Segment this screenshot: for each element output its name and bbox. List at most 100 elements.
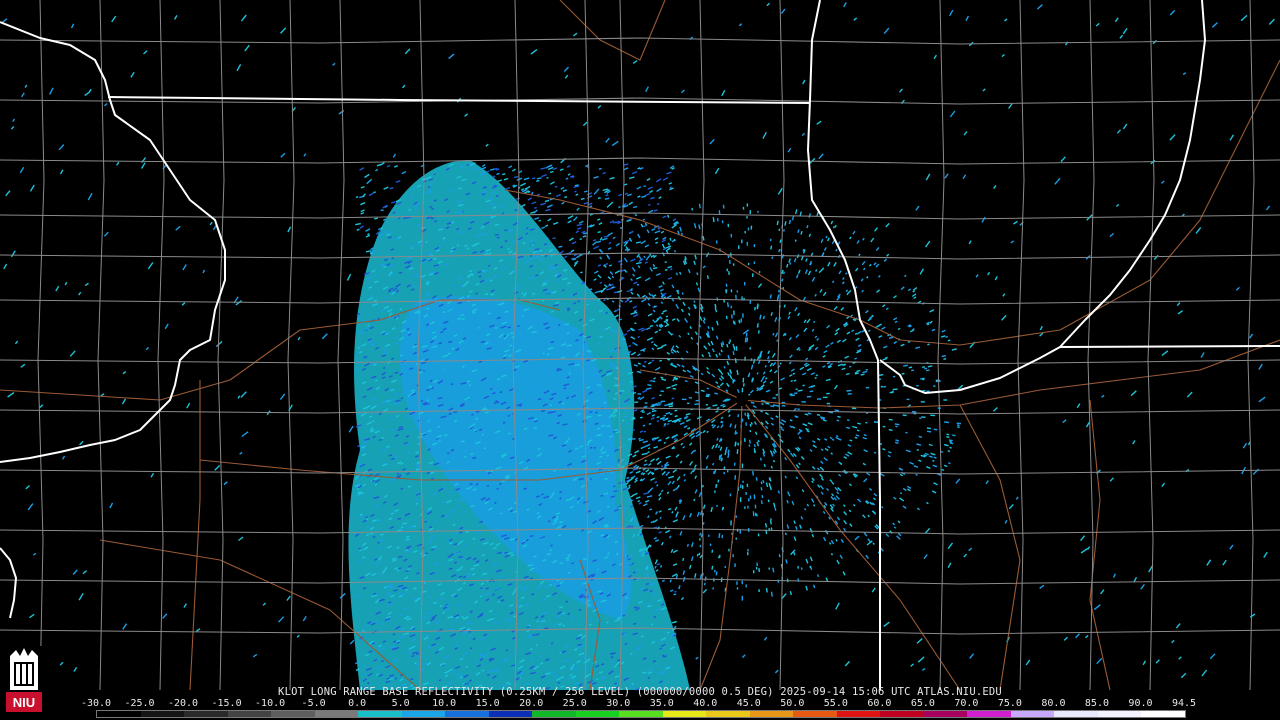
echo-speck: [479, 653, 484, 656]
echo-speck: [810, 385, 816, 388]
echo-speck: [280, 152, 286, 158]
echo-speck: [252, 653, 258, 658]
echo-speck: [711, 549, 714, 553]
echo-speck: [655, 241, 659, 245]
echo-speck: [1206, 559, 1212, 566]
echo-speck: [684, 317, 688, 323]
echo-speck: [805, 357, 809, 361]
echo-speck: [538, 249, 543, 253]
echo-speck: [658, 496, 662, 501]
echo-speck: [788, 258, 791, 263]
echo-speck: [87, 192, 93, 201]
echo-speck: [715, 353, 719, 358]
echo-speck: [888, 451, 892, 454]
echo-speck: [687, 306, 691, 310]
color-scale-swatch: [1097, 711, 1142, 717]
county-line: [0, 157, 1280, 165]
echo-speck: [667, 214, 670, 218]
echo-speck: [702, 429, 706, 434]
echo-speck: [565, 177, 569, 180]
echo-speck: [1076, 403, 1081, 409]
color-scale-label: 35.0: [649, 698, 674, 709]
echo-speck: [636, 186, 642, 190]
echo-speck: [359, 225, 364, 229]
echo-speck: [943, 464, 948, 468]
echo-speck: [854, 371, 858, 374]
echo-speck: [1008, 103, 1013, 109]
echo-speck: [1265, 205, 1270, 211]
echo-speck: [628, 345, 632, 347]
echo-speck: [795, 333, 800, 339]
echo-speck: [924, 527, 931, 534]
echo-speck: [631, 416, 636, 419]
echo-speck: [357, 491, 362, 494]
echo-speck: [726, 302, 729, 308]
echo-speck: [797, 565, 800, 569]
echo-speck: [394, 342, 400, 345]
echo-speck: [827, 261, 831, 267]
echo-speck: [727, 449, 730, 454]
echo-speck: [654, 480, 658, 484]
echo-speck: [1240, 14, 1248, 22]
echo-speck: [659, 288, 664, 292]
echo-speck: [1229, 134, 1235, 141]
echo-speck: [787, 448, 791, 453]
echo-speck: [951, 434, 956, 437]
echo-speck: [774, 317, 778, 322]
echo-speck: [471, 413, 474, 416]
echo-speck: [378, 629, 382, 632]
echo-speck: [371, 642, 375, 645]
echo-speck: [404, 407, 409, 411]
echo-speck: [926, 323, 930, 326]
echo-speck: [287, 226, 292, 233]
echo-speck: [683, 479, 687, 482]
echo-speck: [649, 190, 654, 194]
echo-speck: [588, 405, 593, 408]
echo-speck: [383, 367, 386, 369]
echo-speck: [380, 533, 384, 536]
echo-speck: [450, 553, 454, 556]
echo-speck: [707, 534, 710, 537]
echo-speck: [1142, 660, 1147, 666]
color-scale-label: 55.0: [823, 698, 848, 709]
echo-speck: [464, 113, 469, 117]
echo-speck: [506, 682, 510, 685]
echo-speck: [630, 417, 636, 421]
echo-speck: [854, 436, 858, 439]
echo-speck: [631, 389, 634, 392]
echo-speck: [643, 224, 647, 228]
echo-speck: [410, 246, 414, 250]
echo-speck: [286, 595, 291, 601]
echo-speck: [1080, 547, 1088, 554]
echo-speck: [558, 245, 563, 248]
echo-speck: [1013, 220, 1018, 225]
echo-speck: [669, 413, 673, 415]
echo-speck: [693, 449, 697, 453]
echo-speck: [449, 542, 453, 545]
echo-speck: [380, 209, 384, 212]
echo-speck: [756, 386, 759, 390]
echo-speck: [776, 339, 779, 342]
echo-speck: [356, 487, 360, 491]
echo-speck: [673, 593, 677, 596]
echo-speck: [787, 315, 791, 320]
echo-speck: [789, 419, 793, 422]
echo-speck: [793, 551, 796, 556]
echo-speck: [104, 102, 108, 107]
echo-speck: [645, 468, 650, 473]
echo-speck: [583, 202, 588, 205]
echo-speck: [535, 563, 538, 567]
echo-speck: [597, 590, 602, 593]
echo-speck: [926, 427, 932, 430]
echo-speck: [650, 458, 655, 463]
echo-speck: [694, 489, 698, 494]
echo-speck: [1175, 623, 1181, 629]
echo-speck: [397, 217, 401, 220]
echo-speck: [565, 501, 570, 504]
echo-speck: [430, 254, 433, 257]
echo-speck: [720, 349, 723, 353]
echo-speck: [594, 411, 598, 414]
color-scale-label: 25.0: [562, 698, 587, 709]
echo-speck: [414, 343, 417, 346]
echo-speck: [852, 425, 858, 429]
